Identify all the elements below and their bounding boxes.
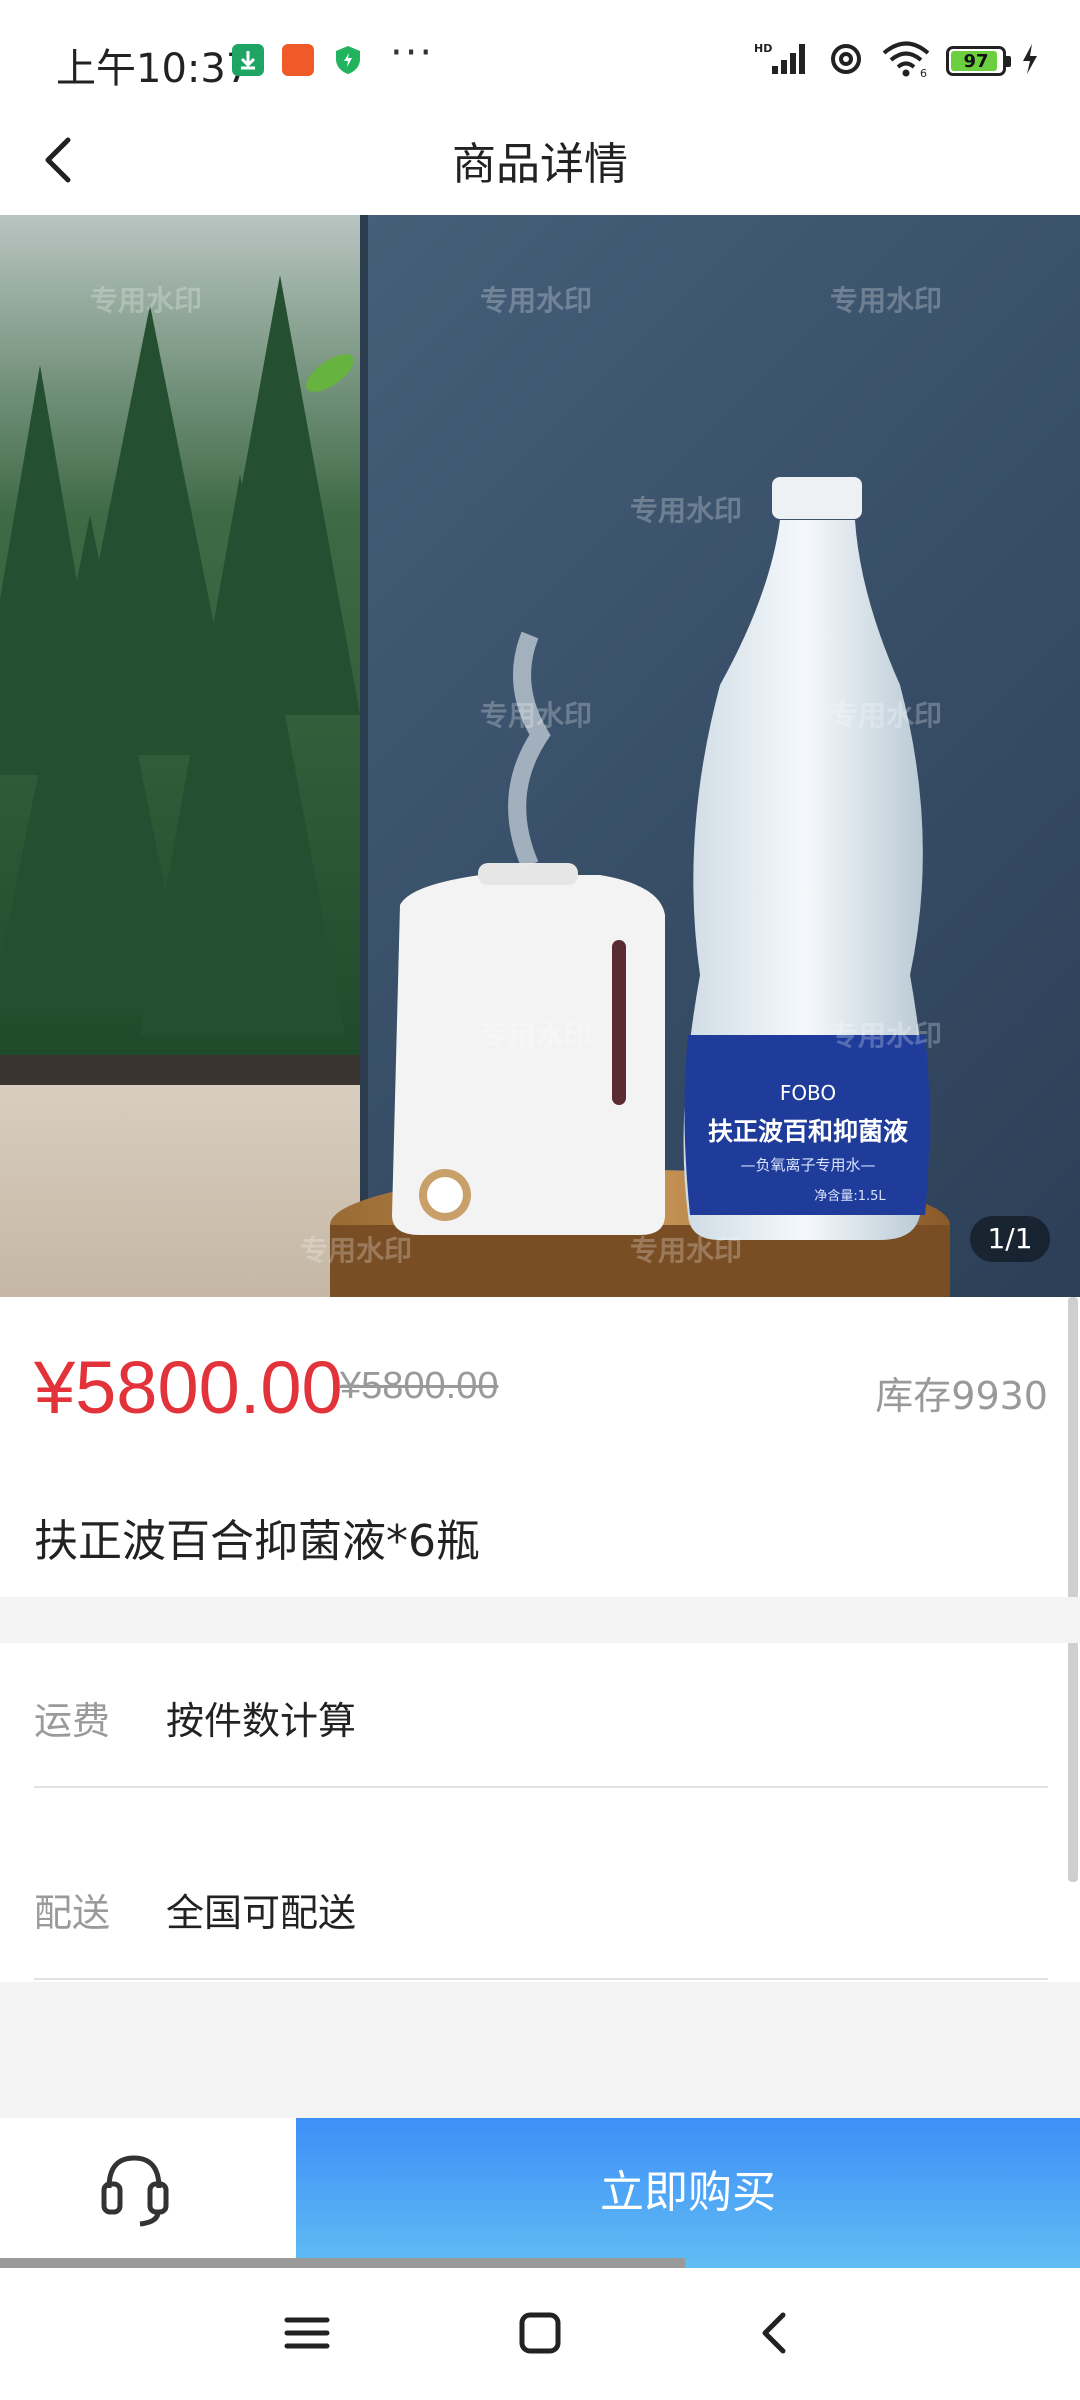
status-time: 上午10:37 — [56, 46, 252, 92]
delivery-value: 全国可配送 — [166, 1891, 357, 1935]
empty-content-area — [0, 1982, 1080, 2118]
product-name: 扶正波百合抑菌液*6瓶 — [34, 1516, 480, 1567]
battery-level: 97 — [963, 50, 989, 72]
svg-text:专用水印: 专用水印 — [480, 1019, 592, 1052]
svg-text:HD: HD — [754, 42, 772, 55]
status-bar: 上午10:37 ··· HD 6 97 — [0, 0, 1080, 120]
bottle-brand-text: FOBO — [780, 1081, 836, 1105]
system-nav-bar — [0, 2268, 1080, 2400]
section-divider — [0, 1597, 1080, 1643]
svg-text:专用水印: 专用水印 — [300, 1234, 412, 1267]
gesture-progress-indicator — [0, 2258, 685, 2268]
bottom-action-bar: 立即购买 — [0, 2118, 1080, 2268]
shipping-fee-label: 运费 — [34, 1699, 111, 1743]
nav-back-button[interactable] — [740, 2298, 810, 2368]
battery-icon: 97 — [946, 46, 1011, 76]
scrollbar[interactable] — [1068, 1297, 1078, 1882]
status-right-group: HD 6 97 — [754, 38, 1040, 84]
back-arrow-icon — [762, 2312, 786, 2354]
product-photo: FOBO 扶正波百和抑菌液 —负氧离子专用水— 净含量:1.5L 专用水印 专用… — [0, 215, 1080, 1297]
svg-text:专用水印: 专用水印 — [830, 284, 942, 317]
bottle-volume-text: 净含量:1.5L — [814, 1188, 886, 1204]
shield-icon — [332, 44, 364, 76]
signal-icon: HD — [754, 40, 812, 82]
headset-icon — [101, 2155, 169, 2227]
svg-text:6: 6 — [920, 67, 927, 78]
more-dots-icon: ··· — [390, 30, 435, 76]
product-image-carousel[interactable]: FOBO 扶正波百和抑菌液 —负氧离子专用水— 净含量:1.5L 专用水印 专用… — [0, 215, 1080, 1297]
menu-button[interactable] — [272, 2298, 342, 2368]
delivery-row: 配送 全国可配送 — [34, 1838, 1048, 1980]
hotspot-icon — [826, 41, 866, 81]
svg-text:专用水印: 专用水印 — [630, 494, 742, 527]
delivery-label: 配送 — [34, 1891, 111, 1935]
bottle-sub-text: —负氧离子专用水— — [740, 1156, 875, 1174]
original-price: ¥5800.00 — [340, 1365, 499, 1407]
buy-now-button[interactable]: 立即购买 — [296, 2118, 1080, 2268]
page-title: 商品详情 — [452, 139, 628, 190]
svg-text:专用水印: 专用水印 — [480, 699, 592, 732]
download-notification-icon — [232, 44, 264, 76]
svg-text:专用水印: 专用水印 — [480, 284, 592, 317]
bottle-name-text: 扶正波百和抑菌液 — [708, 1117, 908, 1146]
wifi-icon: 6 — [880, 40, 932, 82]
shipping-fee-value: 按件数计算 — [166, 1699, 357, 1743]
app-notification-icon — [282, 44, 314, 76]
svg-text:专用水印: 专用水印 — [830, 1019, 942, 1052]
svg-text:专用水印: 专用水印 — [90, 284, 202, 317]
home-square-icon — [519, 2312, 561, 2354]
stock-count: 库存9930 — [875, 1374, 1048, 1418]
svg-text:专用水印: 专用水印 — [830, 699, 942, 732]
image-counter: 1/1 — [970, 1216, 1050, 1262]
customer-service-button[interactable] — [0, 2118, 296, 2258]
home-button[interactable] — [505, 2298, 575, 2368]
svg-text:专用水印: 专用水印 — [630, 1234, 742, 1267]
product-price: ¥5800.00 — [34, 1346, 343, 1429]
shipping-fee-row: 运费 按件数计算 — [34, 1646, 1048, 1788]
top-app-bar: 商品详情 — [0, 110, 1080, 215]
menu-icon — [284, 2317, 330, 2349]
charging-icon — [1020, 42, 1040, 80]
